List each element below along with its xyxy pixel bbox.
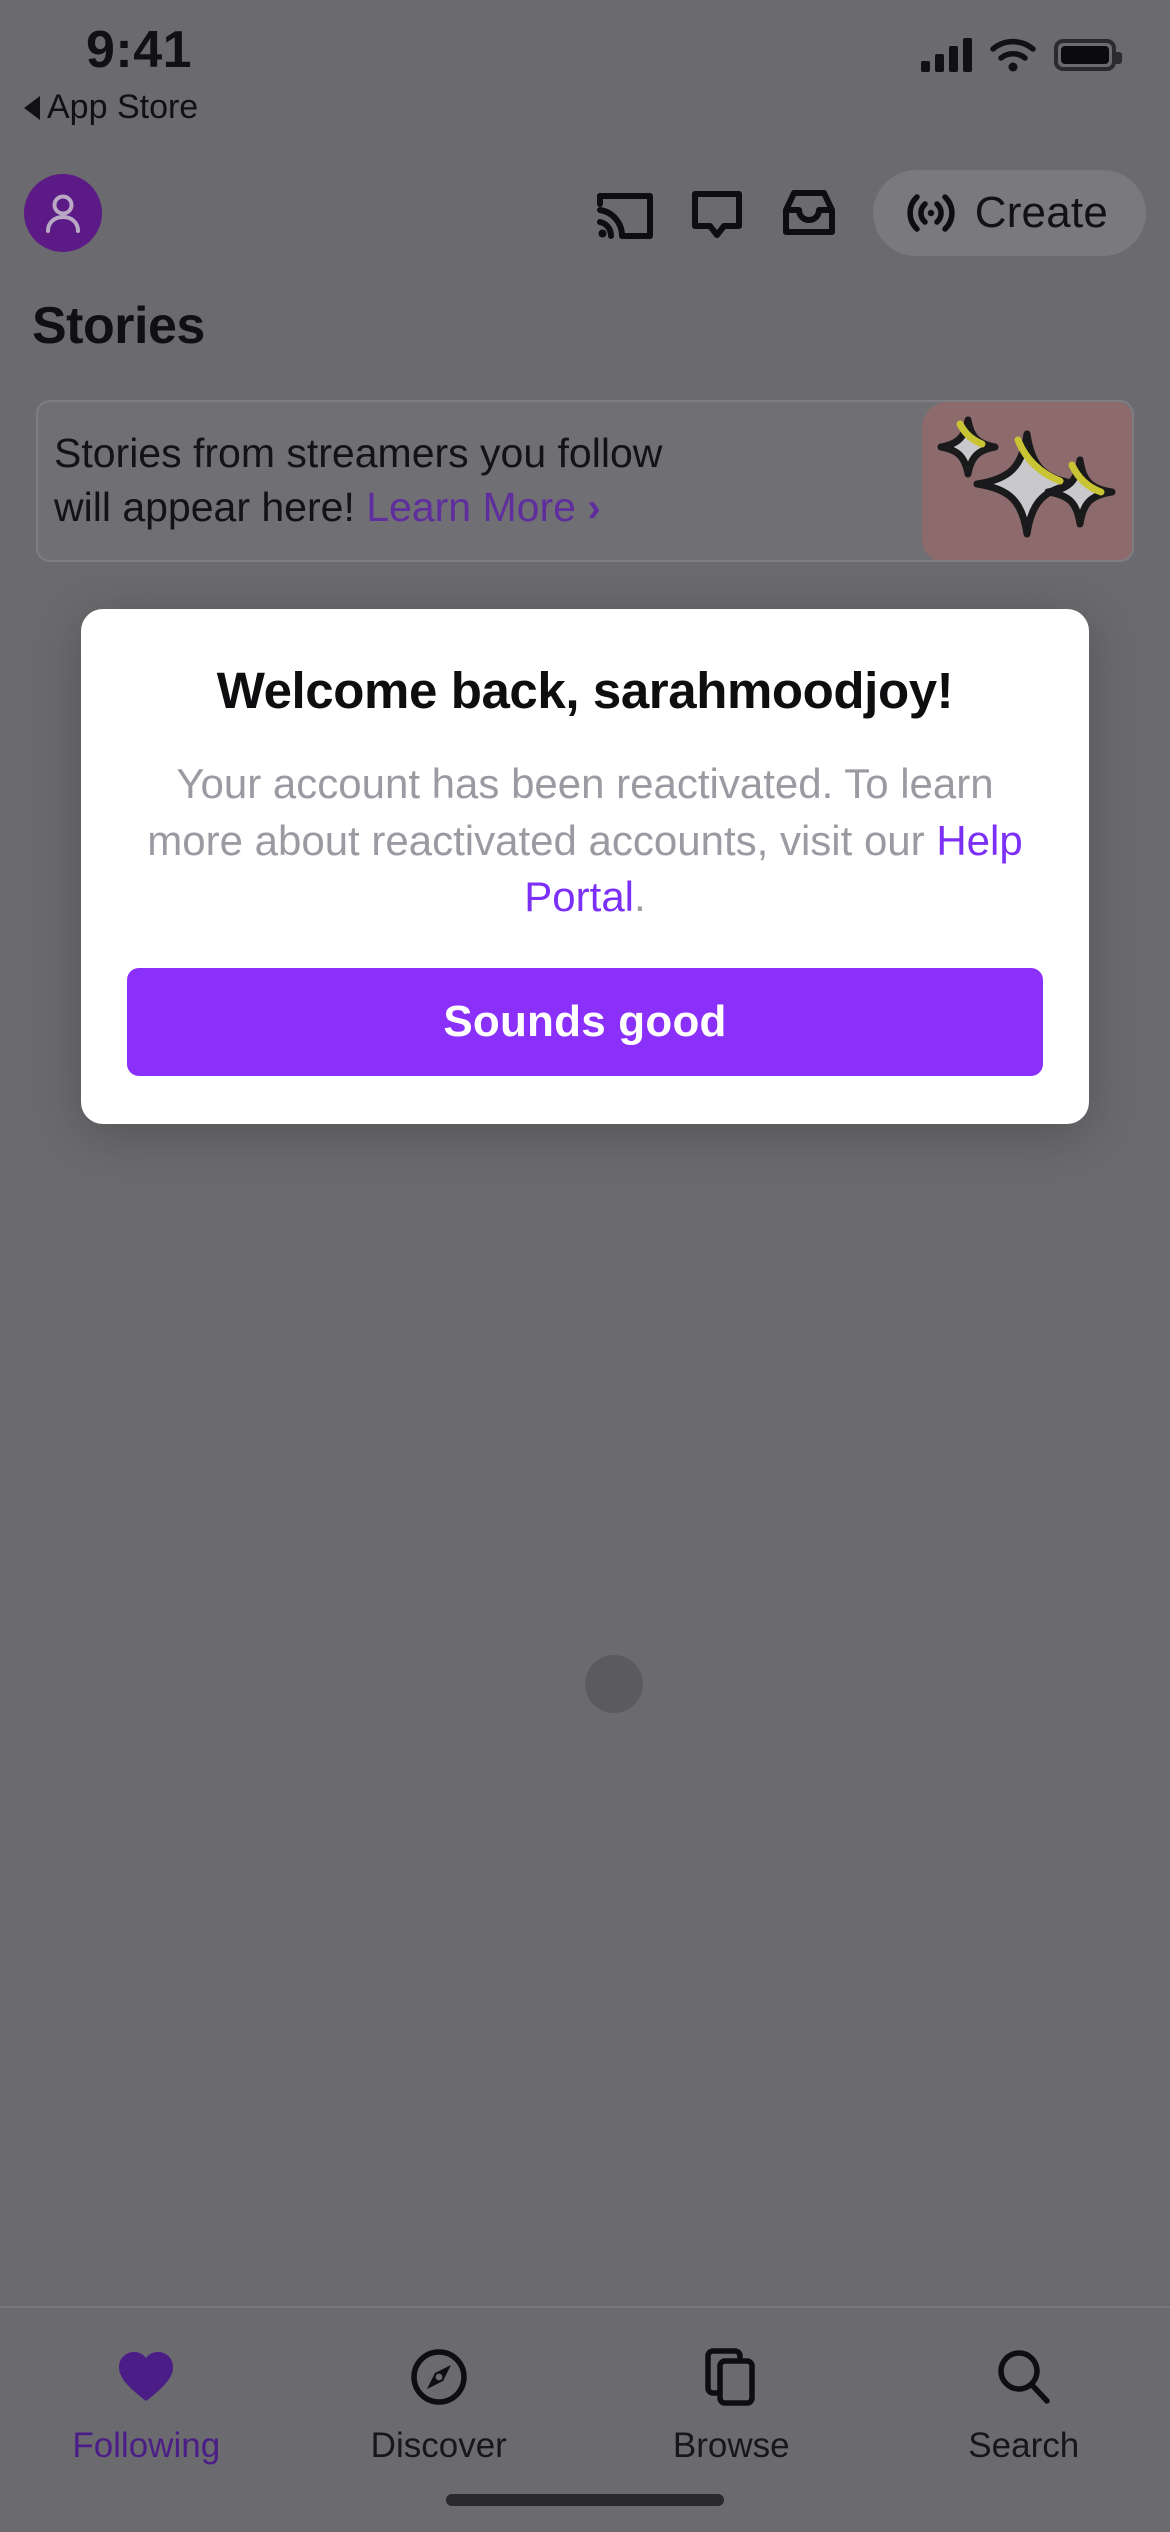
reactivation-dialog: Welcome back, sarahmoodjoy! Your account… bbox=[81, 609, 1089, 1125]
dialog-title: Welcome back, sarahmoodjoy! bbox=[216, 662, 954, 719]
dialog-body-text: Your account has been reactivated. To le… bbox=[147, 760, 994, 864]
dialog-body: Your account has been reactivated. To le… bbox=[127, 756, 1043, 926]
sounds-good-button[interactable]: Sounds good bbox=[127, 968, 1043, 1077]
modal-overlay: Welcome back, sarahmoodjoy! Your account… bbox=[0, 0, 1170, 2532]
dialog-body-period: . bbox=[634, 873, 646, 921]
